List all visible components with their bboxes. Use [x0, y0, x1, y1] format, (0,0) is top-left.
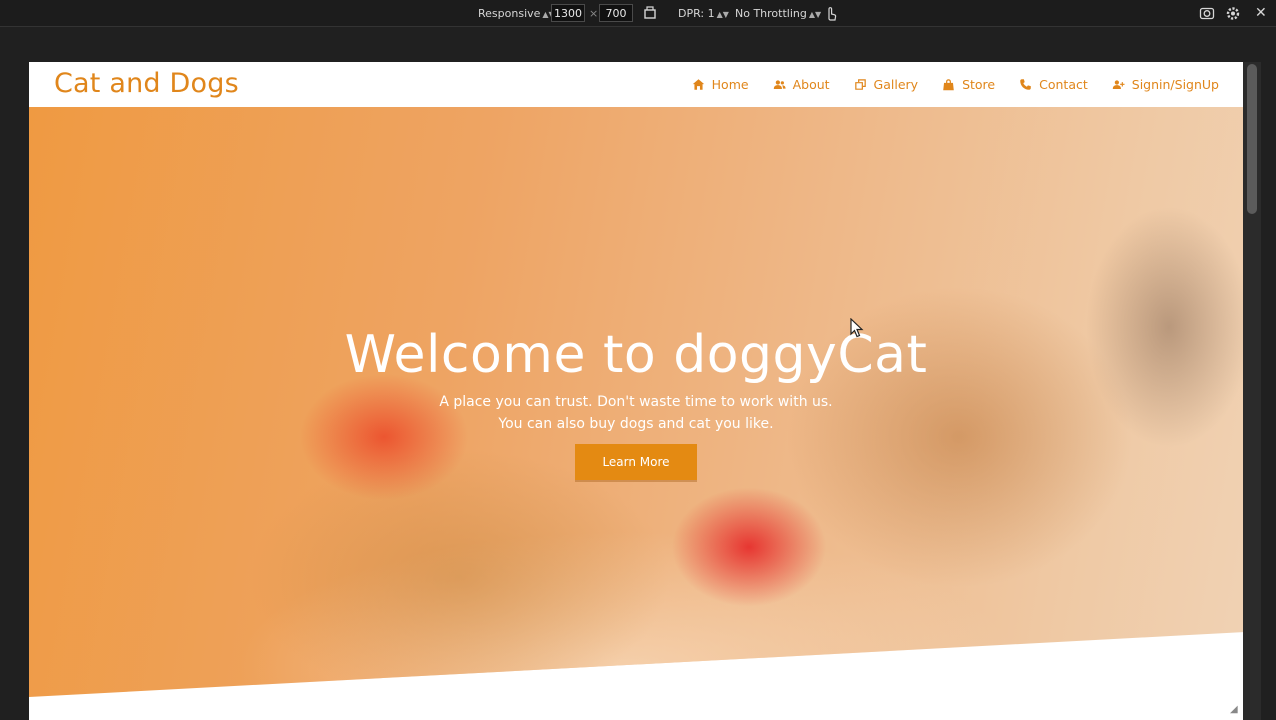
users-icon: [773, 80, 786, 89]
site-navbar: Cat and Dogs Home About Gallery Store Co…: [29, 62, 1243, 107]
throttling-select[interactable]: No Throttling ▲▼: [735, 0, 821, 27]
hero-banner: Welcome to doggyCat A place you can trus…: [29, 107, 1243, 697]
scrollbar-thumb[interactable]: [1247, 64, 1257, 214]
nav-about[interactable]: About: [773, 77, 830, 92]
height-input[interactable]: 700: [599, 4, 633, 22]
touch-icon[interactable]: [824, 0, 838, 27]
viewport-scrollbar[interactable]: [1243, 62, 1261, 720]
mouse-cursor-icon: [850, 318, 864, 338]
device-mode-label: Responsive: [478, 7, 541, 20]
close-icon[interactable]: ✕: [1255, 0, 1271, 27]
gear-icon[interactable]: [1225, 0, 1241, 27]
nav-contact[interactable]: Contact: [1019, 77, 1088, 92]
caret-updown-icon: ▲▼: [716, 10, 729, 19]
dpr-label: DPR: 1: [678, 7, 715, 20]
nav-signin-label: Signin/SignUp: [1131, 77, 1219, 92]
device-mode-select[interactable]: Responsive ▲▼: [478, 0, 555, 27]
nav-home[interactable]: Home: [692, 77, 749, 92]
nav-store-label: Store: [962, 77, 996, 92]
devtools-device-toolbar: Responsive ▲▼ 1300 × 700 DPR: 1 ▲▼ No Thro…: [0, 0, 1276, 27]
site-brand[interactable]: Cat and Dogs: [54, 68, 239, 99]
gallery-icon: [854, 79, 866, 90]
times-sign: ×: [589, 7, 599, 20]
nav-about-label: About: [792, 77, 830, 92]
nav-contact-label: Contact: [1039, 77, 1088, 92]
throttling-label: No Throttling: [735, 7, 807, 20]
width-input[interactable]: 1300: [551, 4, 585, 22]
hero-tagline-1: A place you can trust. Don't waste time …: [439, 394, 833, 410]
screenshot-icon[interactable]: [1199, 0, 1215, 27]
learn-more-button[interactable]: Learn More: [575, 444, 697, 480]
bag-icon: [943, 79, 954, 91]
nav-gallery[interactable]: Gallery: [854, 77, 919, 92]
phone-icon: [1020, 79, 1031, 90]
resize-handle-icon[interactable]: ◢: [1230, 704, 1242, 716]
nav-signin[interactable]: Signin/SignUp: [1112, 77, 1219, 92]
nav-home-label: Home: [711, 77, 749, 92]
user-add-icon: [1112, 80, 1125, 89]
rotate-icon[interactable]: [643, 0, 657, 27]
dpr-select[interactable]: DPR: 1 ▲▼: [678, 0, 729, 27]
nav-gallery-label: Gallery: [873, 77, 919, 92]
main-nav: Home About Gallery Store Contact Signin/…: [668, 62, 1219, 107]
caret-updown-icon: ▲▼: [808, 10, 822, 19]
home-icon: [692, 79, 704, 90]
emulated-viewport: Cat and Dogs Home About Gallery Store Co…: [29, 62, 1243, 720]
hero-tagline-2: You can also buy dogs and cat you like.: [498, 416, 774, 432]
nav-store[interactable]: Store: [942, 77, 995, 92]
hero-title: Welcome to doggyCat: [344, 325, 928, 385]
